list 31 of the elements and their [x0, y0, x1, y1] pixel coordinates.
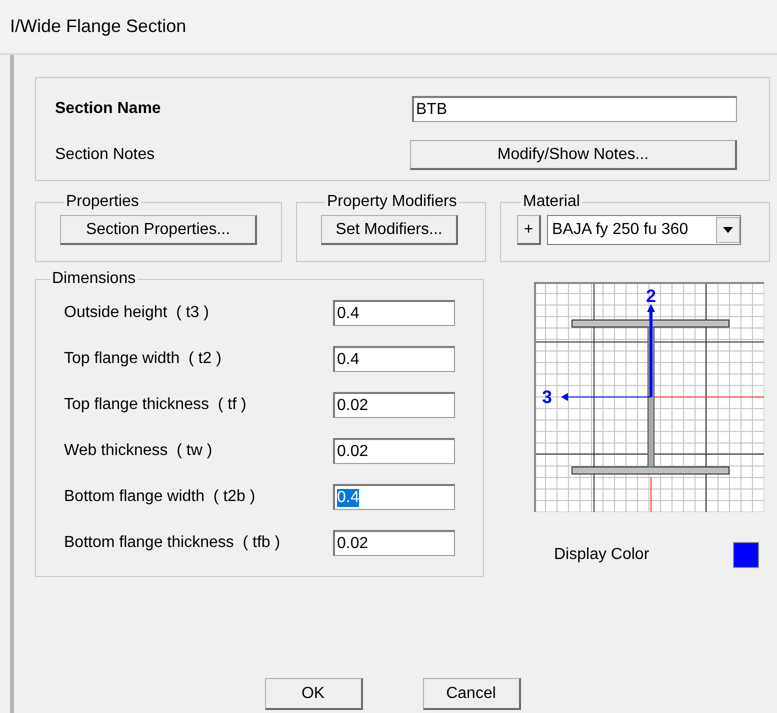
section-properties-button[interactable]: Section Properties... — [60, 215, 257, 245]
group-title: Dimensions — [51, 270, 137, 288]
group-title: Properties — [65, 193, 140, 211]
axis-label: 3 — [542, 387, 552, 407]
dimension-label: Top flange thickness ( tf ) — [64, 396, 246, 414]
section-name-label: Section Name — [55, 100, 161, 118]
dimension-field[interactable]: 0.02 — [333, 438, 455, 464]
dimension-label: Top flange width ( t2 ) — [64, 350, 222, 368]
dimension-label: Bottom flange thickness ( tfb ) — [64, 534, 280, 552]
dimension-field[interactable]: 0.02 — [333, 392, 455, 418]
group-title: Material — [522, 193, 581, 211]
axis-line — [650, 476, 652, 512]
dimension-label: Outside height ( t3 ) — [64, 304, 209, 322]
add-material-button[interactable]: + — [517, 215, 541, 245]
material-dropdown[interactable]: BAJA fy 250 fu 360 — [547, 215, 741, 245]
color-swatch[interactable] — [733, 542, 759, 568]
display-color-label: Display Color — [554, 546, 650, 564]
dimension-field[interactable]: 0.02 — [333, 530, 455, 556]
group-title: Property Modifiers — [326, 193, 458, 211]
modify-notes-button[interactable]: Modify/Show Notes... — [410, 140, 737, 170]
ok-button[interactable]: OK — [264, 678, 362, 710]
set-modifiers-button[interactable]: Set Modifiers... — [321, 215, 458, 245]
dimension-field[interactable]: 0.4 — [333, 300, 455, 326]
dimension-field[interactable]: 0.4 — [333, 346, 455, 372]
dimension-field[interactable]: 0.4 — [333, 484, 455, 510]
dimension-label: Web thickness ( tw ) — [64, 442, 212, 460]
dimension-label: Bottom flange width ( t2b ) — [64, 488, 256, 506]
section-name-field[interactable]: BTB — [412, 96, 737, 122]
cancel-button[interactable]: Cancel — [422, 678, 520, 710]
axis-label: 2 — [646, 286, 656, 306]
section-notes-label: Section Notes — [55, 146, 155, 164]
